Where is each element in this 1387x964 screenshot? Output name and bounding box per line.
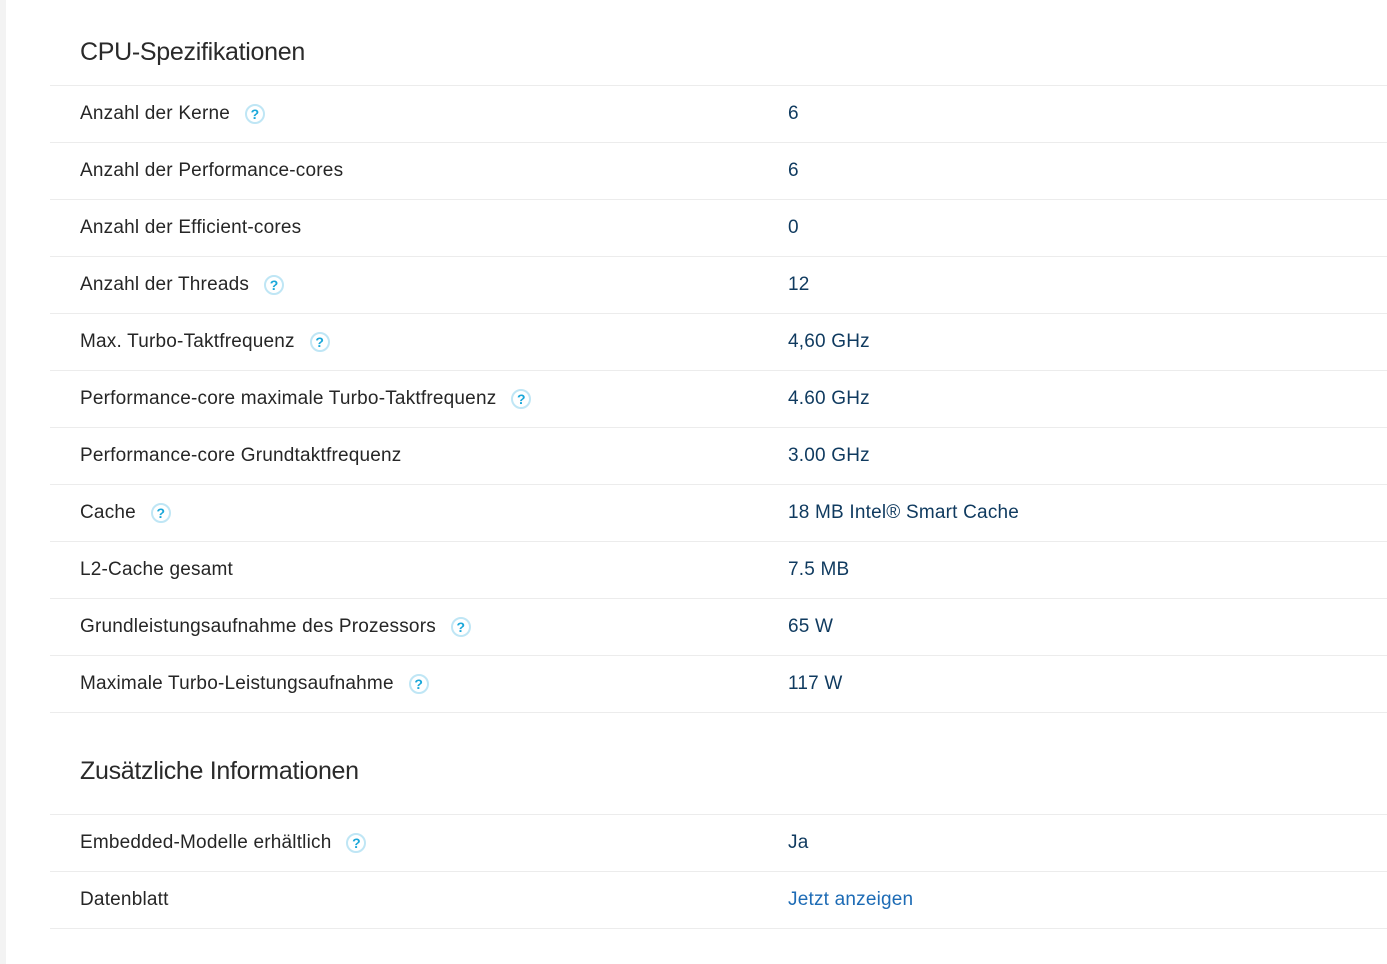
spec-row-cores: Anzahl der Kerne? 6 <box>50 86 1387 143</box>
spec-value: 3.00 GHz <box>788 445 870 466</box>
spec-label: Max. Turbo-Taktfrequenz? <box>80 331 330 353</box>
spec-label: Anzahl der Performance-cores <box>80 160 343 182</box>
spec-row-threads: Anzahl der Threads? 12 <box>50 257 1387 314</box>
spec-label-text: L2-Cache gesamt <box>80 559 233 580</box>
help-icon[interactable]: ? <box>245 104 266 124</box>
spec-label: Anzahl der Kerne? <box>80 103 266 125</box>
help-icon[interactable]: ? <box>264 275 285 295</box>
spec-label: Embedded-Modelle erhältlich? <box>80 832 367 854</box>
spec-label-text: Anzahl der Performance-cores <box>80 160 344 181</box>
spec-label-text: Anzahl der Efficient-cores <box>80 217 302 238</box>
spec-row-base-power: Grundleistungsaufnahme des Prozessors? 6… <box>50 599 1387 656</box>
help-icon[interactable]: ? <box>408 674 429 694</box>
spec-value: 65 W <box>788 616 834 637</box>
spec-label: Grundleistungsaufnahme des Prozessors? <box>80 616 471 638</box>
spec-row-pcore-base: Performance-core Grundtaktfrequenz 3.00 … <box>50 428 1387 485</box>
spec-label: Anzahl der Threads? <box>80 274 285 296</box>
spec-row-datasheet: Datenblatt Jetzt anzeigen <box>50 872 1387 929</box>
spec-label-text: Max. Turbo-Taktfrequenz <box>80 331 295 352</box>
spec-label-text: Grundleistungsaufnahme des Prozessors <box>80 616 436 637</box>
cpu-spec-section: CPU-Spezifikationen Anzahl der Kerne? 6 … <box>50 0 1387 713</box>
spec-label: Anzahl der Efficient-cores <box>80 217 301 239</box>
spec-label-text: Datenblatt <box>80 889 169 910</box>
help-icon[interactable]: ? <box>450 617 471 637</box>
spec-row-cache: Cache? 18 MB Intel® Smart Cache <box>50 485 1387 542</box>
datasheet-link[interactable]: Jetzt anzeigen <box>788 889 913 911</box>
spec-value: 117 W <box>788 673 843 694</box>
spec-row-max-turbo: Max. Turbo-Taktfrequenz? 4,60 GHz <box>50 314 1387 371</box>
help-icon[interactable]: ? <box>309 332 330 352</box>
spec-value: Ja <box>788 832 809 853</box>
spec-row-pcore-max-turbo: Performance-core maximale Turbo-Taktfreq… <box>50 371 1387 428</box>
section-title-cpu-spec: CPU-Spezifikationen <box>50 0 1387 86</box>
spec-value: 4.60 GHz <box>788 388 870 409</box>
left-edge-strip <box>0 0 6 964</box>
spec-label-text: Embedded-Modelle erhältlich <box>80 832 332 853</box>
spec-label: Performance-core maximale Turbo-Taktfreq… <box>80 388 532 410</box>
spec-value: 6 <box>788 160 799 181</box>
spec-value: 6 <box>788 103 799 124</box>
help-icon[interactable]: ? <box>150 503 171 523</box>
additional-info-section: Zusätzliche Informationen Embedded-Model… <box>50 713 1387 929</box>
spec-label: Cache? <box>80 502 171 524</box>
spec-label: L2-Cache gesamt <box>80 559 233 581</box>
spec-value: 7.5 MB <box>788 559 850 580</box>
spec-label: Maximale Turbo-Leistungsaufnahme? <box>80 673 429 695</box>
spec-value: 4,60 GHz <box>788 331 870 352</box>
spec-label-text: Cache <box>80 502 136 523</box>
spec-label-text: Performance-core Grundtaktfrequenz <box>80 445 402 466</box>
spec-row-efficient-cores: Anzahl der Efficient-cores 0 <box>50 200 1387 257</box>
spec-page: CPU-Spezifikationen Anzahl der Kerne? 6 … <box>0 0 1387 964</box>
spec-row-l2-cache: L2-Cache gesamt 7.5 MB <box>50 542 1387 599</box>
spec-value: 0 <box>788 217 799 238</box>
spec-label-text: Maximale Turbo-Leistungsaufnahme <box>80 673 394 694</box>
help-icon[interactable]: ? <box>346 833 367 853</box>
spec-row-embedded-models: Embedded-Modelle erhältlich? Ja <box>50 815 1387 872</box>
help-icon[interactable]: ? <box>511 389 532 409</box>
spec-row-max-turbo-power: Maximale Turbo-Leistungsaufnahme? 117 W <box>50 656 1387 713</box>
spec-value: 18 MB Intel® Smart Cache <box>788 502 1020 523</box>
spec-label-text: Performance-core maximale Turbo-Taktfreq… <box>80 388 497 409</box>
section-title-additional-info: Zusätzliche Informationen <box>50 713 1387 815</box>
spec-label: Performance-core Grundtaktfrequenz <box>80 445 402 467</box>
spec-row-performance-cores: Anzahl der Performance-cores 6 <box>50 143 1387 200</box>
spec-label: Datenblatt <box>80 889 169 911</box>
spec-label-text: Anzahl der Kerne <box>80 103 231 124</box>
spec-label-text: Anzahl der Threads <box>80 274 250 295</box>
spec-value: 12 <box>788 274 810 295</box>
